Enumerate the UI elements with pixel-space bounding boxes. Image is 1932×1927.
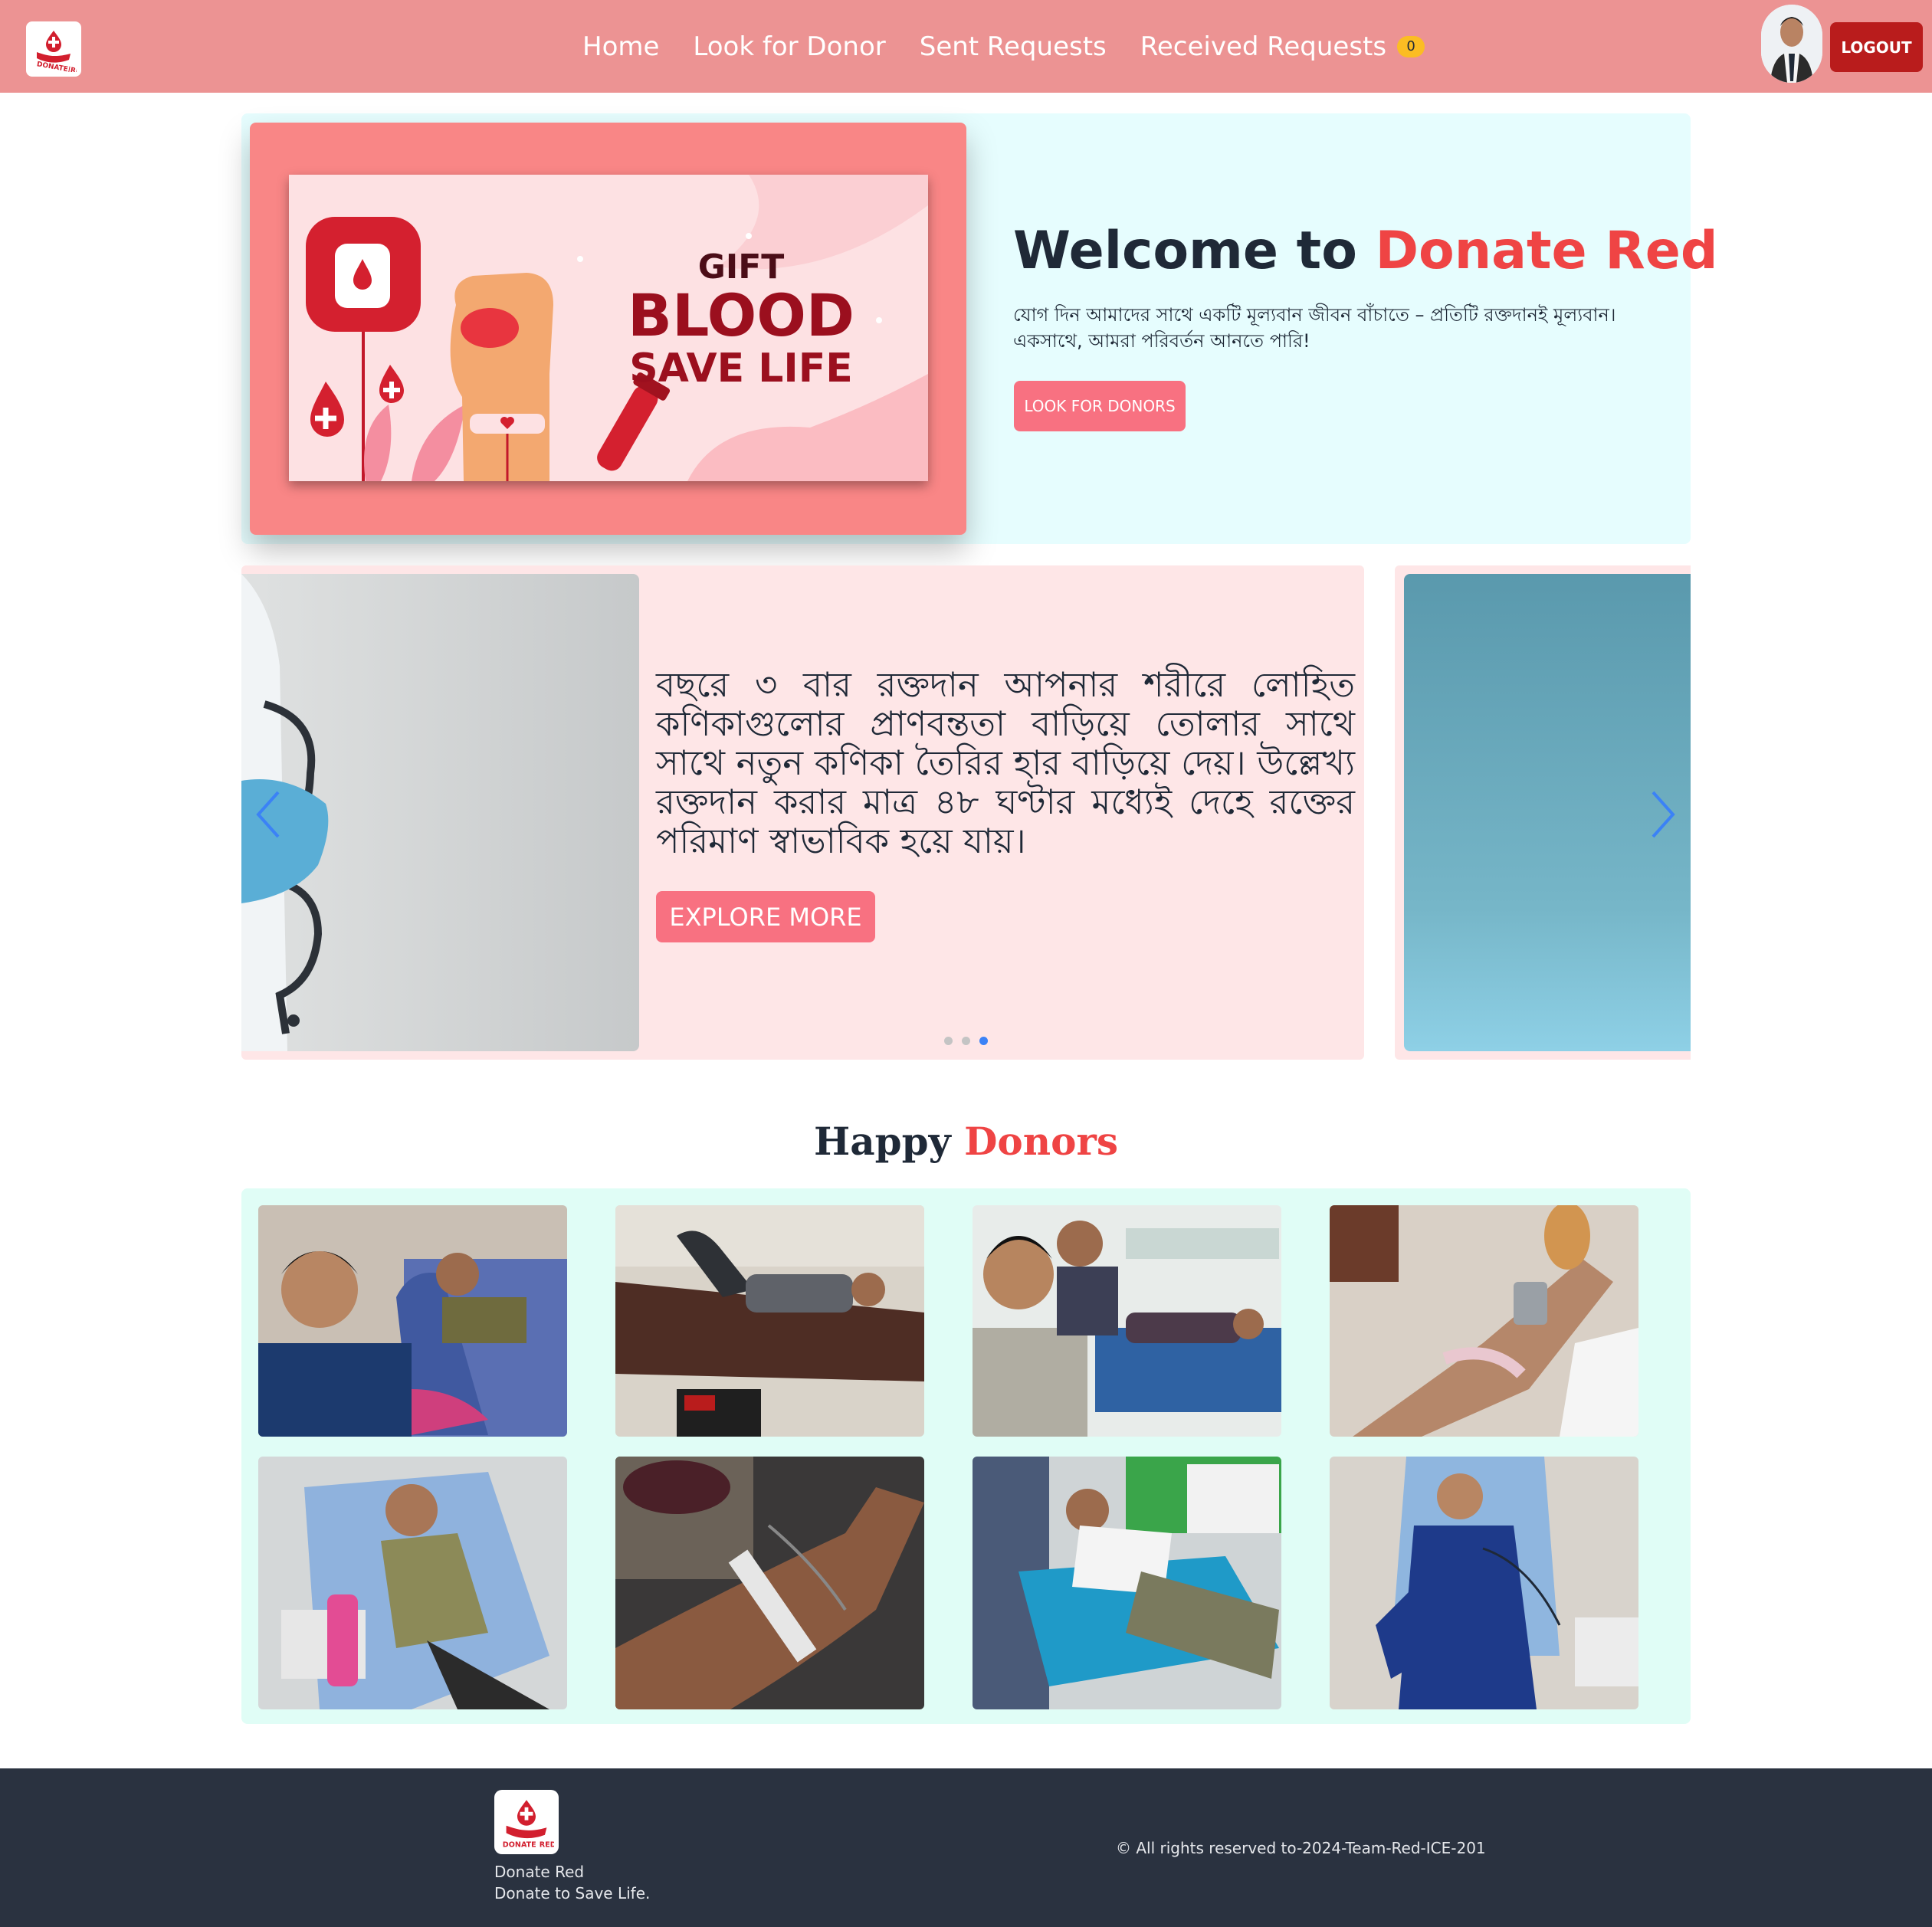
svg-text:SAVE LIFE: SAVE LIFE	[629, 346, 853, 392]
user-photo-icon	[1761, 5, 1822, 83]
carousel-dot-3[interactable]	[979, 1037, 988, 1045]
nav-received-requests-link[interactable]: Received Requests 0	[1140, 31, 1425, 62]
svg-text:DONATE: DONATE	[503, 1840, 536, 1849]
hero-image-card: GIFT BLOOD SAVE LIFE	[250, 123, 966, 535]
hero-subtitle: যোগ দিন আমাদের সাথে একটি মূল্যবান জীবন ব…	[1013, 304, 1616, 352]
fist-icon	[450, 273, 553, 481]
donor-photo-8[interactable]	[1330, 1457, 1638, 1709]
carousel-slide: বছরে ৩ বার রক্তদান আপনার শরীরে লোহিত কণি…	[241, 565, 1364, 1060]
donor-photo-3[interactable]	[973, 1205, 1281, 1437]
main-nav: Home Look for Donor Sent Requests Receiv…	[582, 0, 1425, 93]
blood-drop-hand-icon: DONATE RED	[503, 1800, 554, 1849]
footer-tagline: Donate to Save Life.	[494, 1884, 651, 1902]
look-for-donors-button[interactable]: LOOK FOR DONORS	[1014, 381, 1186, 431]
nav-home-link[interactable]: Home	[582, 31, 659, 62]
carousel-next-icon[interactable]	[1644, 788, 1682, 841]
hero-section: GIFT BLOOD SAVE LIFE Welcome to Donate R…	[241, 113, 1718, 544]
carousel-indicators	[944, 1037, 988, 1045]
received-requests-badge: 0	[1397, 35, 1425, 57]
carousel-dot-2[interactable]	[962, 1037, 970, 1045]
hero-title-brand: Donate Red	[1375, 221, 1718, 281]
nav-sent-requests-link[interactable]: Sent Requests	[920, 31, 1107, 62]
footer-brand-name: Donate Red	[494, 1863, 585, 1881]
svg-text:RED: RED	[540, 1840, 554, 1849]
hero-title-prefix: Welcome to	[1013, 221, 1376, 281]
donor-photo-1[interactable]	[258, 1205, 567, 1437]
carousel-dot-1[interactable]	[944, 1037, 953, 1045]
gift-blood-banner-image: GIFT BLOOD SAVE LIFE	[289, 175, 928, 481]
top-navbar: DONATE|RED Home Look for Donor Sent Requ…	[0, 0, 1932, 93]
donor-photo-7[interactable]	[973, 1457, 1281, 1709]
donor-photo-gallery	[241, 1188, 1691, 1724]
brand-logo[interactable]: DONATE|RED	[26, 21, 81, 77]
logout-button[interactable]: LOGOUT	[1830, 22, 1923, 72]
explore-more-button[interactable]: EXPLORE MORE	[656, 891, 875, 942]
donor-photo-2[interactable]	[615, 1205, 924, 1437]
footer-copyright: © All rights reserved to-2024-Team-Red-I…	[1116, 1839, 1486, 1857]
received-requests-label: Received Requests	[1140, 31, 1387, 62]
carousel-slide-text: বছরে ৩ বার রক্তদান আপনার শরীরে লোহিত কণি…	[656, 664, 1355, 861]
donor-photo-5[interactable]	[258, 1457, 567, 1709]
info-carousel: বছরে ৩ বার রক্তদান আপনার শরীরে লোহিত কণি…	[241, 565, 1691, 1060]
happy-donors-heading: Happy Donors	[0, 1119, 1932, 1164]
site-footer: DONATE RED Donate Red Donate to Save Lif…	[0, 1768, 1932, 1927]
nav-look-for-donor-link[interactable]: Look for Donor	[693, 31, 885, 62]
svg-text:BLOOD: BLOOD	[628, 281, 854, 349]
donors-title-prefix: Happy	[814, 1119, 965, 1164]
user-avatar[interactable]	[1761, 5, 1822, 83]
blood-drop-hand-icon: DONATE|RED	[36, 31, 77, 72]
footer-logo[interactable]: DONATE RED	[494, 1790, 559, 1854]
donors-title-highlight: Donors	[964, 1119, 1118, 1164]
carousel-prev-icon[interactable]	[249, 788, 287, 841]
doctor-stethoscope-image	[241, 574, 639, 1051]
hero-title: Welcome to Donate Red	[1013, 221, 1718, 281]
donor-photo-4[interactable]	[1330, 1205, 1638, 1437]
donor-photo-6[interactable]	[615, 1457, 924, 1709]
